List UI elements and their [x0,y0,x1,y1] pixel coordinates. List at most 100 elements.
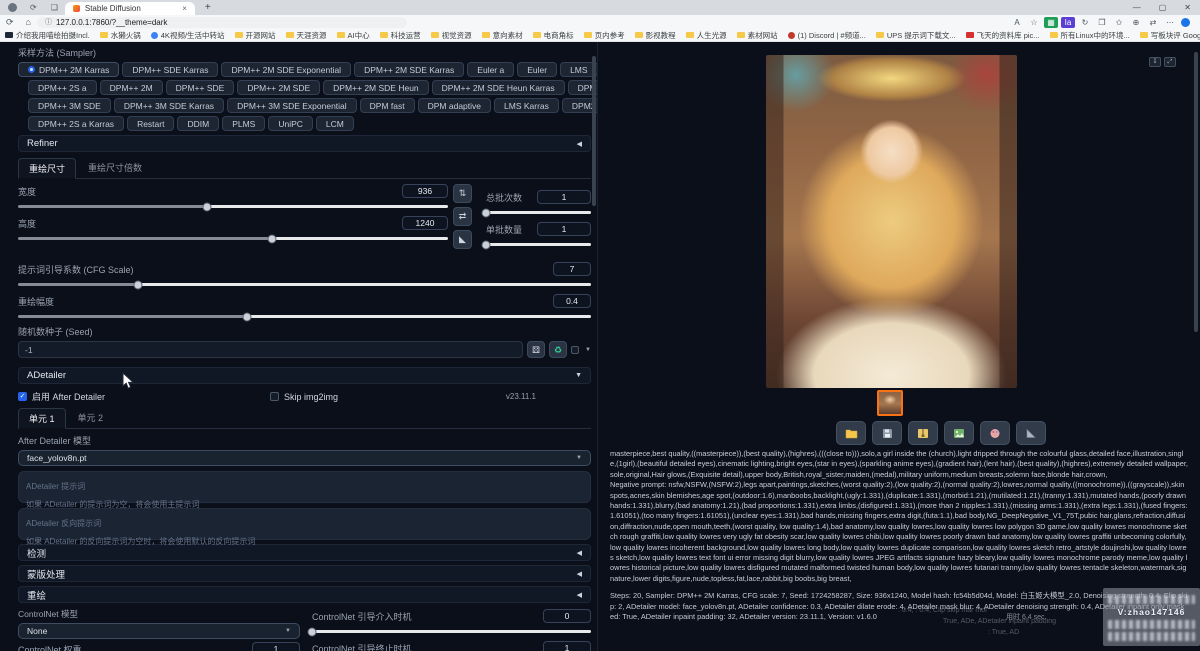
adetailer-negative-textarea[interactable]: ADetailer 反向提示词 如果 ADetailer 的反向提示词为空时，将… [18,508,591,540]
reuse-seed-button[interactable]: ♻ [549,341,567,358]
bookmark-item[interactable]: 写板块评 Google... [1140,30,1200,41]
sampler-option[interactable]: DPM++ 2M SDE Karras [354,62,464,77]
sampler-option[interactable]: DPM++ SDE Karras [122,62,218,77]
tab-resize-to[interactable]: 重绘尺寸 [18,158,76,179]
auto-detect-size-button[interactable]: ◣ [453,230,472,249]
cfg-scale-input[interactable] [553,262,591,276]
bookmark-item[interactable]: 开源网站 [235,30,276,41]
send-to-img2img-button[interactable] [944,421,974,445]
slider-thumb[interactable] [482,240,491,249]
refresh-icon[interactable]: ⟳ [6,18,14,27]
bookmark-item[interactable]: 页内参考 [584,30,625,41]
batch-count-input[interactable] [537,190,591,204]
adetailer-model-dropdown[interactable]: face_yolov8n.pt ▼ [18,450,591,466]
tab-unit-1[interactable]: 单元 1 [18,408,66,429]
slider-thumb[interactable] [308,627,317,636]
tab-history-icon[interactable]: ⟳ [30,4,37,12]
home-icon[interactable]: ⌂ [26,18,31,27]
slider-thumb[interactable] [203,202,212,211]
sampler-option[interactable]: DPM++ 2M SDE Heun Karras [432,80,565,95]
toolbar-action-icon[interactable]: ✩ [1112,17,1126,28]
sampler-option[interactable]: DPM fast [360,98,415,113]
gallery-thumbnail-selected[interactable] [877,390,903,416]
bookmark-item[interactable]: 人生光源 [686,30,727,41]
window-control-button[interactable]: ✕ [1175,0,1200,15]
bookmark-item[interactable]: 电商角标 [533,30,574,41]
bookmark-item[interactable]: 视觉资源 [431,30,472,41]
sampler-option[interactable]: DPM++ 2S a [28,80,97,95]
sampler-option[interactable]: Euler [517,62,557,77]
image-download-icon[interactable]: ↧ [1149,57,1161,67]
bookmark-item[interactable]: 科技运营 [380,30,421,41]
save-image-button[interactable] [872,421,902,445]
bookmark-item[interactable]: 介绍我用喵绘拍摄Incl. [5,30,90,41]
left-scrollbar[interactable] [592,56,596,206]
denoising-input[interactable] [553,294,591,308]
seed-options-arrow-icon[interactable]: ▼ [585,347,591,353]
batch-count-slider[interactable] [486,211,591,214]
bookmark-item[interactable]: 水獭火锅 [100,30,141,41]
batch-size-slider[interactable] [486,243,591,246]
adetailer-accordion[interactable]: ADetailer ▼ [18,367,591,384]
sampler-option[interactable]: DPM++ 2M SDE Exponential [221,62,351,77]
adetailer-subsection-accordion[interactable]: 重绘 ◀ [18,586,591,603]
sampler-option[interactable]: UniPC [268,116,313,131]
sampler-option[interactable]: DPM++ SDE [166,80,235,95]
toolbar-action-icon[interactable]: ⊕ [1129,17,1143,28]
seed-input[interactable] [18,341,523,358]
browser-tab[interactable]: Stable Diffusion × [65,2,195,15]
sampler-option[interactable]: DPM adaptive [418,98,491,113]
open-folder-button[interactable] [836,421,866,445]
sampler-option[interactable]: DPM++ 3M SDE Exponential [227,98,357,113]
bookmark-item[interactable]: 影视教程 [635,30,676,41]
toolbar-action-icon[interactable]: ❐ [1095,17,1109,28]
bookmark-item[interactable]: 4K视频/生活中转站 [151,30,225,41]
bookmark-item[interactable]: UPS 提示词下载文... [876,30,956,41]
toolbar-action-icon[interactable]: Ia [1061,17,1075,28]
sampler-option[interactable]: LMS Karras [494,98,559,113]
sampler-option[interactable]: LCM [316,116,354,131]
sampler-option[interactable]: DDIM [177,116,219,131]
width-input[interactable] [402,184,448,198]
bookmark-item[interactable]: AI中心 [337,30,370,41]
generated-image[interactable] [766,55,1017,388]
window-control-button[interactable]: ▢ [1150,0,1176,15]
sampler-option[interactable]: DPM++ 3M SDE [28,98,111,113]
site-info-icon[interactable]: ⓘ [45,17,52,27]
toolbar-action-icon[interactable]: ⋯ [1163,17,1177,28]
height-slider[interactable] [18,237,448,240]
bookmark-item[interactable]: 所有Linux中的环境... [1050,30,1130,41]
sampler-option[interactable]: DPM++ 3M SDE Karras [114,98,224,113]
right-scrollbar[interactable] [1194,52,1198,332]
enable-adetailer-checkbox[interactable]: ✓ [18,392,27,401]
adetailer-subsection-accordion[interactable]: 蒙版处理 ◀ [18,565,591,582]
url-text[interactable]: 127.0.0.1:7860/?__theme=dark [56,18,167,27]
sampler-option[interactable]: Euler a [467,62,514,77]
extra-seed-checkbox[interactable] [571,346,579,354]
sampler-option-selected[interactable]: DPM++ 2M Karras [18,62,119,77]
toolbar-action-icon[interactable]: ⇄ [1146,17,1160,28]
send-to-inpaint-button[interactable] [980,421,1010,445]
cfg-scale-slider[interactable] [18,283,591,286]
sampler-option[interactable]: DPM++ 2M SDE Heun [323,80,429,95]
browser-profile-icon[interactable] [8,3,17,12]
sampler-option[interactable]: Restart [127,116,174,131]
controlnet-end-input[interactable] [543,641,591,651]
bookmark-item[interactable]: 素材网站 [737,30,778,41]
toolbar-action-icon[interactable]: ↻ [1078,17,1092,28]
swap-dimensions-button[interactable]: ⇅ [453,184,472,203]
bookmark-item[interactable]: 飞天的资料库 pic... [966,30,1040,41]
vertical-tabs-icon[interactable]: ❏ [51,4,58,12]
new-tab-button[interactable]: + [205,2,211,13]
controlnet-weight-input[interactable] [252,642,300,651]
bookmark-item[interactable]: 意向素材 [482,30,523,41]
slider-thumb[interactable] [267,234,276,243]
denoising-slider[interactable] [18,315,591,318]
sampler-option[interactable]: PLMS [222,116,265,131]
slider-thumb[interactable] [134,280,143,289]
controlnet-start-input[interactable] [543,609,591,623]
slider-thumb[interactable] [243,312,252,321]
bookmark-item[interactable]: (1) Discord | #频道... [788,30,866,41]
adetailer-prompt-textarea[interactable]: ADetailer 提示词 如果 ADetailer 的提示词为空，将会使用主提… [18,471,591,503]
window-control-button[interactable]: — [1124,0,1150,15]
